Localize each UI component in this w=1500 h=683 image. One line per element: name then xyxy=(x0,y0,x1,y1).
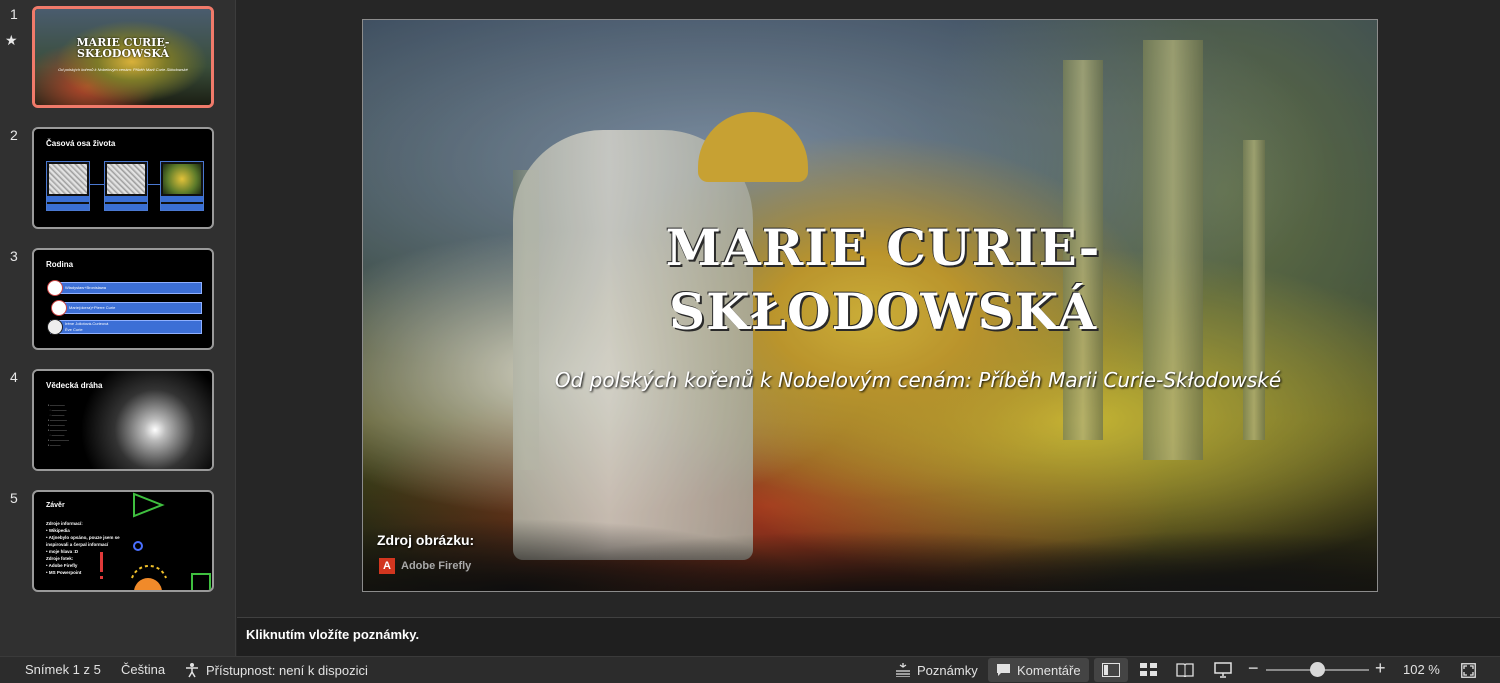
slide-title[interactable]: MARIE CURIE- SKŁODOWSKÁ xyxy=(603,216,1163,344)
thumbnail-row-4[interactable]: 4 Vědecká dráha ▪ ─────── ◦ ─────── ◦ ──… xyxy=(0,369,236,473)
person-icon xyxy=(47,319,63,335)
thumbnail-row-2[interactable]: 2 Časová osa života xyxy=(0,127,236,231)
thumbnail-row-1[interactable]: 1 ★ MARIE CURIE- SKŁODOWSKÁ Od polských … xyxy=(0,6,236,110)
accessibility-icon xyxy=(186,663,198,678)
heart-icon xyxy=(51,300,67,316)
thumbnail-row-5[interactable]: 5 Závěr Zdroje informací: • Wikipedia • … xyxy=(0,490,236,594)
slide-number: 3 xyxy=(10,248,18,264)
family-row: Władysław+Bronisława xyxy=(50,282,202,294)
animation-star-icon: ★ xyxy=(5,32,18,48)
notes-icon xyxy=(896,663,910,677)
thumbnail-title: MARIE CURIE- SKŁODOWSKÁ xyxy=(76,36,170,60)
slide-thumbnail-rail[interactable]: 1 ★ MARIE CURIE- SKŁODOWSKÁ Od polských … xyxy=(0,0,236,656)
thumbnail-row-3[interactable]: 3 Rodina Władysław+Bronisława Marie(dcer… xyxy=(0,248,236,352)
heart-icon xyxy=(47,280,63,296)
slide-number: 2 xyxy=(10,127,18,143)
notes-placeholder[interactable]: Kliknutím vložíte poznámky. xyxy=(246,627,419,642)
thumbnail-body-text: Zdroje informací: • Wikipedia • Atjnebyl… xyxy=(46,521,120,575)
family-row: Marie(dcera)+Pierre Curie xyxy=(54,302,202,314)
slide-thumbnail-3[interactable]: Rodina Władysław+Bronisława Marie(dcera)… xyxy=(32,248,214,350)
slide-counter: Snímek 1 z 5 xyxy=(25,662,101,677)
comments-toggle-button[interactable]: Komentáře xyxy=(988,658,1089,682)
notes-pane[interactable]: Kliknutím vložíte poznámky. xyxy=(237,617,1500,656)
zoom-level[interactable]: 102 % xyxy=(1403,662,1440,677)
timeline-card xyxy=(160,161,204,211)
slide-subtitle[interactable]: Od polských kořenů k Nobelovým cenám: Př… xyxy=(463,368,1373,392)
thumbnail-title: Rodina xyxy=(46,260,74,269)
slide-thumbnail-1[interactable]: MARIE CURIE- SKŁODOWSKÁ Od polských koře… xyxy=(32,6,214,108)
slide-thumbnail-5[interactable]: Závěr Zdroje informací: • Wikipedia • At… xyxy=(32,490,214,592)
zoom-slider-thumb[interactable] xyxy=(1310,662,1325,677)
reading-view-icon xyxy=(1176,663,1194,677)
reading-view-button[interactable] xyxy=(1168,658,1202,682)
slide-editor[interactable]: MARIE CURIE- SKŁODOWSKÁ Od polských koře… xyxy=(237,0,1500,617)
presentation-app: 1 ★ MARIE CURIE- SKŁODOWSKÁ Od polských … xyxy=(0,0,1500,683)
adobe-firefly-credit[interactable]: A Adobe Firefly xyxy=(379,558,471,574)
slide-sorter-button[interactable] xyxy=(1132,658,1165,682)
normal-view-icon xyxy=(1102,663,1120,677)
language-indicator[interactable]: Čeština xyxy=(121,662,165,677)
zoom-out-button[interactable]: − xyxy=(1248,658,1259,679)
timeline-card xyxy=(104,161,148,211)
thumbnail-title: Časová osa života xyxy=(46,139,116,148)
slide-thumbnail-4[interactable]: Vědecká dráha ▪ ─────── ◦ ─────── ◦ ────… xyxy=(32,369,214,471)
image-source-label[interactable]: Zdroj obrázku: xyxy=(377,532,474,548)
status-bar: Snímek 1 z 5 Čeština Přístupnost: není k… xyxy=(0,656,1500,683)
slide-thumbnail-2[interactable]: Časová osa života xyxy=(32,127,214,229)
thumbnail-subtitle: Od polských kořenů k Nobelovým cenám: Př… xyxy=(58,67,188,72)
slide-number: 4 xyxy=(10,369,18,385)
slide-sorter-icon xyxy=(1140,663,1157,676)
thumbnail-title: Vědecká dráha xyxy=(46,381,103,390)
slideshow-button[interactable] xyxy=(1206,658,1240,682)
timeline-card xyxy=(46,161,90,211)
slide-number: 1 xyxy=(10,6,18,22)
normal-view-button[interactable] xyxy=(1094,658,1128,682)
zoom-in-button[interactable]: + xyxy=(1375,658,1386,679)
adobe-logo-icon: A xyxy=(379,558,395,574)
comment-icon xyxy=(997,664,1010,676)
family-row: Irène Joliotová-Curieová Ève Curie xyxy=(50,320,202,334)
slideshow-icon xyxy=(1214,662,1232,678)
thumbnail-body-text: ▪ ─────── ◦ ─────── ◦ ────── ▪ ──────── ▪ … xyxy=(48,403,70,447)
accessibility-button[interactable]: Přístupnost: není k dispozici xyxy=(176,658,376,682)
current-slide[interactable]: MARIE CURIE- SKŁODOWSKÁ Od polských koře… xyxy=(362,19,1378,592)
notes-toggle-button[interactable]: Poznámky xyxy=(887,658,986,682)
slide-number: 5 xyxy=(10,490,18,506)
fit-to-window-button[interactable] xyxy=(1453,658,1484,682)
fit-window-icon xyxy=(1461,662,1476,678)
